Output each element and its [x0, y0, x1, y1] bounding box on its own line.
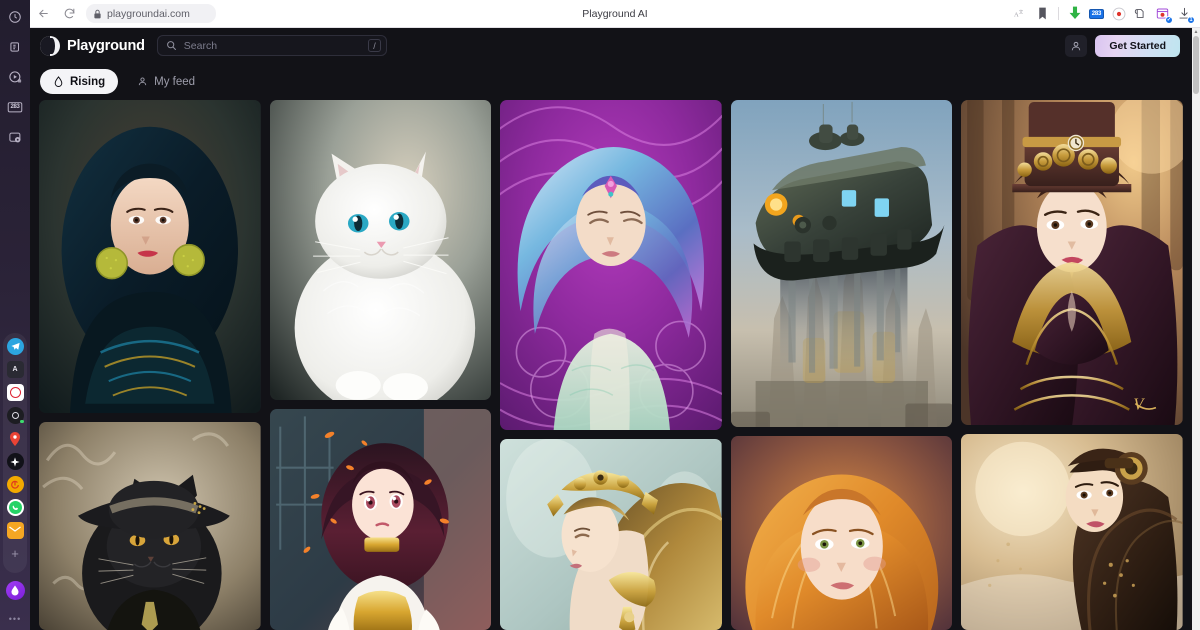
app-telegram[interactable]	[6, 338, 24, 355]
svg-text:A: A	[1014, 11, 1019, 18]
grid-column	[500, 100, 722, 630]
counter-icon[interactable]: 283	[4, 96, 26, 118]
artwork	[730, 100, 953, 427]
app-letter-a[interactable]: A	[6, 361, 24, 378]
playground-page: Playground /	[30, 28, 1200, 630]
screenshot-icon[interactable]	[4, 126, 26, 148]
card-detective-cat[interactable]	[39, 422, 261, 630]
tab-rising-label: Rising	[70, 75, 106, 88]
image-grid: V	[30, 100, 1192, 630]
screenshot-badge: ✓	[1165, 16, 1173, 24]
person-icon	[137, 76, 148, 87]
address-bar[interactable]: playgroundai.com	[86, 4, 216, 23]
tab-my-feed-label: My feed	[154, 75, 196, 88]
page-scroll-area: Playground /	[30, 28, 1192, 630]
app-shell: 283 A + ••• playgroundai.com Playground …	[0, 0, 1200, 630]
artwork	[269, 100, 492, 400]
artwork	[39, 422, 261, 630]
reload-button[interactable]	[56, 1, 82, 27]
extension-tray: A 文 283 ✓ 1	[1011, 4, 1200, 24]
artwork	[500, 100, 722, 430]
artwork	[961, 434, 1183, 630]
browser-side-panel: 283 A + •••	[0, 0, 30, 630]
sidebar-overflow-icon[interactable]: •••	[9, 614, 21, 624]
card-dark-haired-woman[interactable]	[39, 100, 261, 413]
downloads-badge: 1	[1187, 16, 1195, 24]
scroll-up-icon[interactable]: ▲	[1192, 28, 1200, 36]
brand[interactable]: Playground	[40, 35, 145, 56]
record-icon[interactable]	[1109, 4, 1128, 23]
tab-my-feed[interactable]: My feed	[124, 69, 208, 94]
artwork	[500, 439, 722, 630]
screenshot-icon[interactable]: ✓	[1153, 4, 1173, 24]
brand-name: Playground	[67, 37, 145, 54]
scrollbar-thumb[interactable]	[1193, 36, 1199, 94]
card-golden-crown-woman[interactable]	[500, 439, 722, 630]
app-whatsapp[interactable]	[6, 499, 24, 516]
card-anime-girl-gold[interactable]	[269, 409, 492, 630]
counter-icon-label: 283	[10, 104, 20, 110]
app-brand-logo[interactable]	[6, 384, 24, 401]
lock-icon	[93, 9, 102, 19]
header-actions: Get Started	[1065, 34, 1180, 57]
search-icon	[166, 40, 177, 51]
artwork	[39, 100, 261, 413]
grid-column	[269, 100, 492, 630]
tab-rising[interactable]: Rising	[40, 69, 119, 94]
card-goggles-woman[interactable]	[961, 434, 1183, 630]
site-header: Playground /	[30, 28, 1192, 63]
page-scrollbar[interactable]: ▲	[1192, 28, 1200, 630]
app-compass[interactable]	[6, 453, 24, 470]
account-icon[interactable]	[1065, 34, 1088, 57]
translate-icon[interactable]: A 文	[1011, 4, 1030, 23]
browser-toolbar: playgroundai.com Playground AI A 文 283 ✓…	[30, 0, 1200, 28]
bookmark-icon[interactable]	[1033, 4, 1052, 23]
search-input[interactable]	[183, 39, 362, 52]
clipboard-icon[interactable]	[1131, 4, 1150, 23]
back-button[interactable]	[30, 1, 56, 27]
card-redhead-woman[interactable]	[730, 436, 953, 630]
app-drop[interactable]	[5, 581, 25, 600]
sidebar-app-list: A +	[3, 333, 27, 573]
sidebar-bottom: •••	[5, 573, 25, 630]
card-white-kitten[interactable]	[269, 100, 492, 400]
app-location-pin[interactable]	[7, 430, 24, 447]
card-pastel-hair-woman[interactable]	[500, 100, 722, 430]
playground-logo-icon	[40, 35, 60, 56]
video-icon[interactable]	[4, 66, 26, 88]
flame-icon	[53, 75, 64, 88]
url-text: playgroundai.com	[107, 7, 190, 20]
app-mail[interactable]	[6, 522, 24, 539]
app-orange-disc[interactable]	[6, 476, 24, 493]
toolbar-divider	[1058, 7, 1059, 20]
grid-column	[730, 100, 953, 630]
card-steampunk-hat-woman[interactable]: V	[961, 100, 1183, 425]
grid-column	[39, 100, 261, 630]
download-icon[interactable]	[1065, 4, 1084, 23]
search-box[interactable]: /	[156, 35, 387, 56]
card-floating-train[interactable]	[730, 100, 953, 427]
counter-icon[interactable]: 283	[1087, 4, 1106, 23]
browser-window: playgroundai.com Playground AI A 文 283 ✓…	[30, 0, 1200, 630]
artwork	[730, 436, 953, 630]
get-started-button[interactable]: Get Started	[1095, 34, 1180, 57]
counter-icon-label: 283	[1088, 8, 1105, 19]
tabs-icon[interactable]	[4, 36, 26, 58]
artwork	[269, 409, 492, 630]
svg-text:文: 文	[1019, 8, 1024, 15]
grid-column: V	[961, 100, 1183, 630]
app-add-button[interactable]: +	[7, 545, 24, 562]
search-shortcut-key: /	[368, 39, 381, 52]
feed-tabs: Rising My feed	[30, 63, 1192, 100]
history-icon[interactable]	[4, 6, 26, 28]
app-dark-circle[interactable]	[6, 407, 24, 424]
artwork: V	[961, 100, 1183, 425]
downloads-icon[interactable]: 1	[1175, 4, 1195, 24]
